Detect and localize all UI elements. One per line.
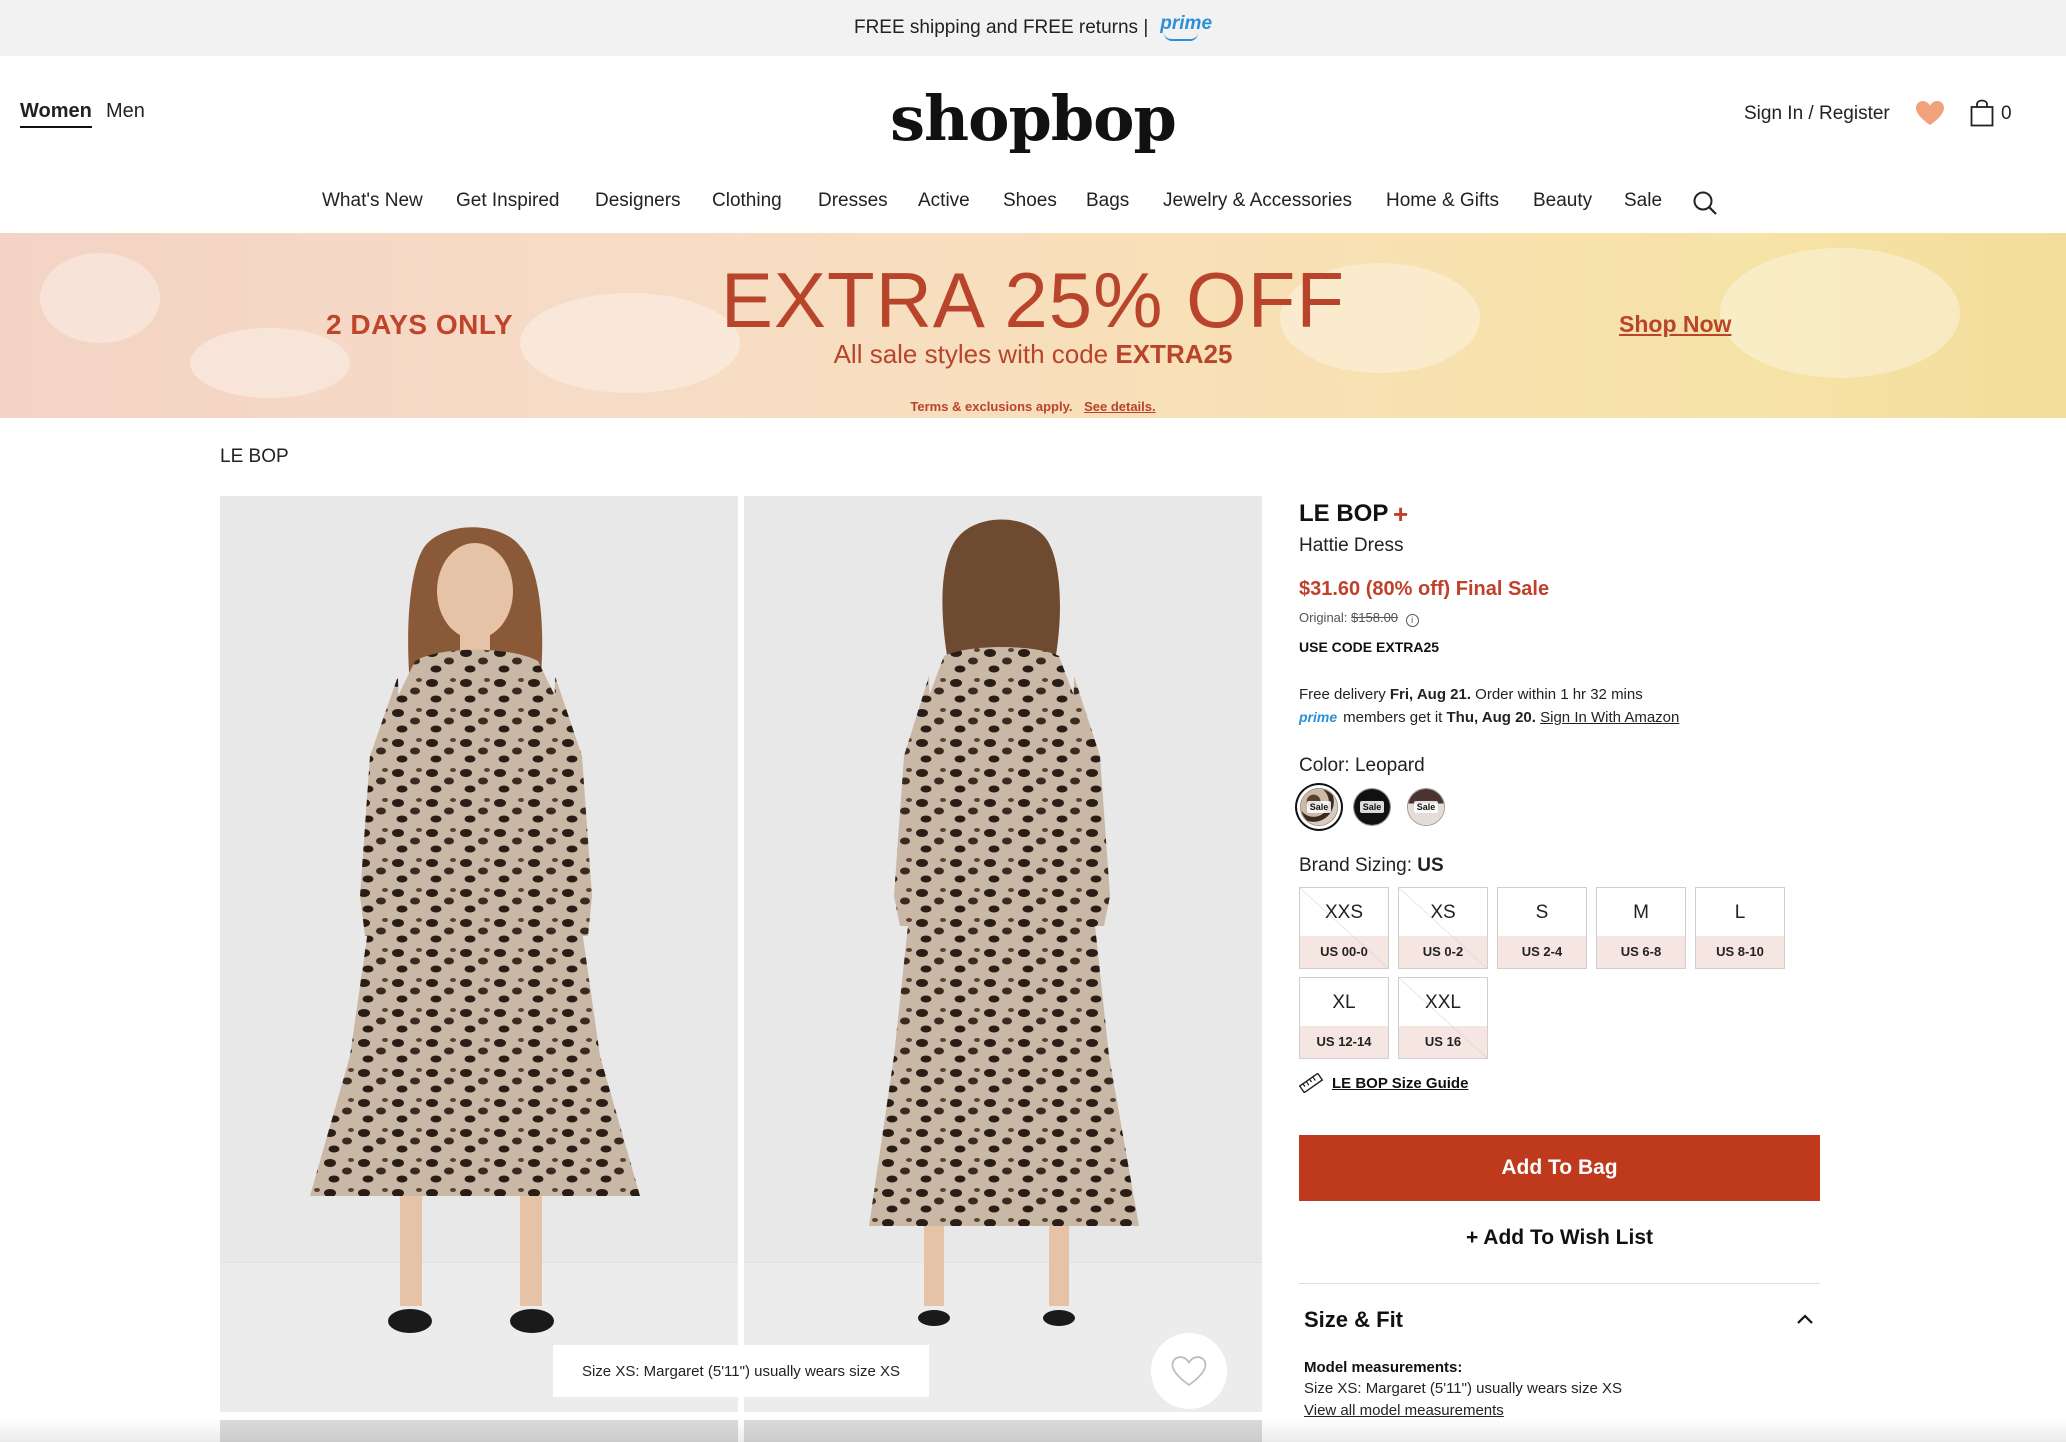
promo-bar: FREE shipping and FREE returns | prime (0, 0, 2066, 56)
product-image-4[interactable] (744, 1420, 1262, 1442)
original-label: Original: (1299, 610, 1348, 625)
delivery-date: Fri, Aug 21. (1389, 686, 1471, 703)
follow-brand-icon[interactable]: + (1393, 499, 1408, 530)
size-us-label: US 0-2 (1399, 936, 1487, 968)
sizing-value[interactable]: US (1417, 855, 1443, 876)
heart-icon[interactable] (1915, 100, 1945, 126)
sale-price: $31.60 (80% off) Final Sale (1299, 578, 1550, 600)
size-option-xxl[interactable]: XXL US 16 (1398, 977, 1488, 1059)
size-label: M (1633, 902, 1649, 923)
add-to-bag-button[interactable]: Add To Bag (1299, 1135, 1820, 1201)
color-swatch-brown[interactable]: Sale (1407, 788, 1445, 826)
sign-in-link[interactable]: Sign In / Register (1744, 103, 1890, 125)
size-option-m[interactable]: M US 6-8 (1596, 887, 1686, 969)
size-us-label: US 12-14 (1300, 1026, 1388, 1058)
size-option-l[interactable]: L US 8-10 (1695, 887, 1785, 969)
prime-date: Thu, Aug 20. (1446, 709, 1536, 726)
sign-in-amazon-link[interactable]: Sign In With Amazon (1540, 709, 1679, 726)
breadcrumb[interactable]: LE BOP (220, 446, 289, 468)
product-brand[interactable]: LE BOP (1299, 500, 1388, 528)
size-us-label: US 2-4 (1498, 936, 1586, 968)
size-label: XXL (1425, 992, 1461, 1013)
product-name: Hattie Dress (1299, 535, 1404, 556)
promo-text: FREE shipping and FREE returns | (853, 17, 1149, 38)
nav-beauty[interactable]: Beauty (1533, 190, 1592, 212)
model-size-note: Size XS: Margaret (5'11") usually wears … (553, 1345, 929, 1397)
swatch-sale-tag: Sale (1359, 801, 1385, 813)
banner-headline: EXTRA 25% OFF (720, 256, 1346, 344)
banner-code: EXTRA25 (1115, 339, 1233, 369)
size-us-label: US 6-8 (1597, 936, 1685, 968)
original-price-row: Original: $158.00 i (1299, 610, 1419, 627)
nav-bags[interactable]: Bags (1086, 190, 1129, 212)
search-icon[interactable] (1692, 190, 1718, 216)
product-image-3[interactable] (220, 1420, 738, 1442)
size-us-label: US 16 (1399, 1026, 1487, 1058)
banner-subtitle-text: All sale styles with code (833, 339, 1109, 369)
color-swatch-leopard[interactable]: Sale (1300, 788, 1338, 826)
prime-small-logo: prime (1299, 709, 1338, 725)
info-icon[interactable]: i (1405, 614, 1419, 627)
nav-home-gifts[interactable]: Home & Gifts (1386, 190, 1499, 212)
size-label: XXS (1324, 902, 1364, 923)
banner-terms: Terms & exclusions apply. See details. (0, 399, 2066, 414)
banner-subtitle: All sale styles with code EXTRA25 (0, 339, 2066, 370)
size-option-xs[interactable]: XS US 0-2 (1398, 887, 1488, 969)
see-details-link[interactable]: See details. (1084, 399, 1156, 414)
delivery-prefix: Free delivery (1299, 686, 1386, 703)
delivery-info: Free delivery Fri, Aug 21. Order within … (1299, 686, 1643, 703)
nav-jewelry-accessories[interactable]: Jewelry & Accessories (1163, 190, 1352, 212)
nav-dresses[interactable]: Dresses (818, 190, 888, 212)
sale-banner[interactable]: 2 DAYS ONLY EXTRA 25% OFF All sale style… (0, 233, 2066, 418)
view-all-measurements-link[interactable]: View all model measurements (1304, 1402, 1504, 1419)
size-us-label: US 00-0 (1300, 936, 1388, 968)
shopping-bag-icon[interactable] (1970, 99, 1994, 127)
size-fit-heading[interactable]: Size & Fit (1304, 1307, 1403, 1333)
size-option-s[interactable]: S US 2-4 (1497, 887, 1587, 969)
banner-terms-text: Terms & exclusions apply. (910, 399, 1073, 414)
nav-sale[interactable]: Sale (1624, 190, 1662, 212)
sizing-label: Brand Sizing: US (1299, 855, 1444, 877)
size-label: XL (1332, 992, 1356, 1013)
nav-clothing[interactable]: Clothing (712, 190, 782, 212)
product-image-back[interactable] (744, 496, 1262, 1412)
color-label: Color: Leopard (1299, 755, 1425, 777)
color-label-text: Color: (1299, 755, 1350, 776)
model-measurements-title: Model measurements: (1304, 1359, 1463, 1376)
size-label: S (1535, 902, 1549, 923)
color-value: Leopard (1354, 755, 1425, 776)
size-option-xxs[interactable]: XXS US 00-0 (1299, 887, 1389, 969)
nav-designers[interactable]: Designers (595, 190, 681, 212)
bag-count[interactable]: 0 (2001, 103, 2012, 125)
nav-active[interactable]: Active (918, 190, 970, 212)
prime-logo: prime (1160, 13, 1213, 41)
nav-get-inspired[interactable]: Get Inspired (456, 190, 560, 212)
shop-now-link[interactable]: Shop Now (1619, 311, 1731, 338)
chevron-up-icon[interactable] (1796, 1313, 1814, 1325)
add-to-wishlist-button[interactable]: + Add To Wish List (1299, 1226, 1820, 1256)
swatch-sale-tag: Sale (1306, 801, 1332, 813)
original-price: $158.00 (1351, 610, 1399, 625)
size-label: L (1734, 902, 1746, 923)
model-measurements-text: Size XS: Margaret (5'11") usually wears … (1304, 1380, 1623, 1397)
use-code-text: USE CODE EXTRA25 (1299, 639, 1440, 655)
divider (1299, 1283, 1820, 1284)
size-label: XS (1430, 902, 1456, 923)
color-swatch-black[interactable]: Sale (1353, 788, 1391, 826)
size-guide-link[interactable]: LE BOP Size Guide (1332, 1075, 1468, 1092)
nav-whats-new[interactable]: What's New (322, 190, 423, 212)
prime-members-text: members get it (1343, 709, 1443, 726)
sizing-label-text: Brand Sizing: (1299, 855, 1413, 876)
swatch-sale-tag: Sale (1413, 801, 1439, 813)
product-image-front[interactable] (220, 496, 738, 1412)
wishlist-heart-button[interactable] (1151, 1333, 1227, 1409)
ruler-icon (1299, 1073, 1323, 1093)
nav-shoes[interactable]: Shoes (1003, 190, 1057, 212)
size-option-xl[interactable]: XL US 12-14 (1299, 977, 1389, 1059)
delivery-suffix: Order within 1 hr 32 mins (1475, 686, 1643, 703)
size-us-label: US 8-10 (1696, 936, 1784, 968)
prime-delivery-info: prime members get it Thu, Aug 20. Sign In… (1299, 709, 1679, 726)
heart-outline-icon (1171, 1356, 1207, 1386)
